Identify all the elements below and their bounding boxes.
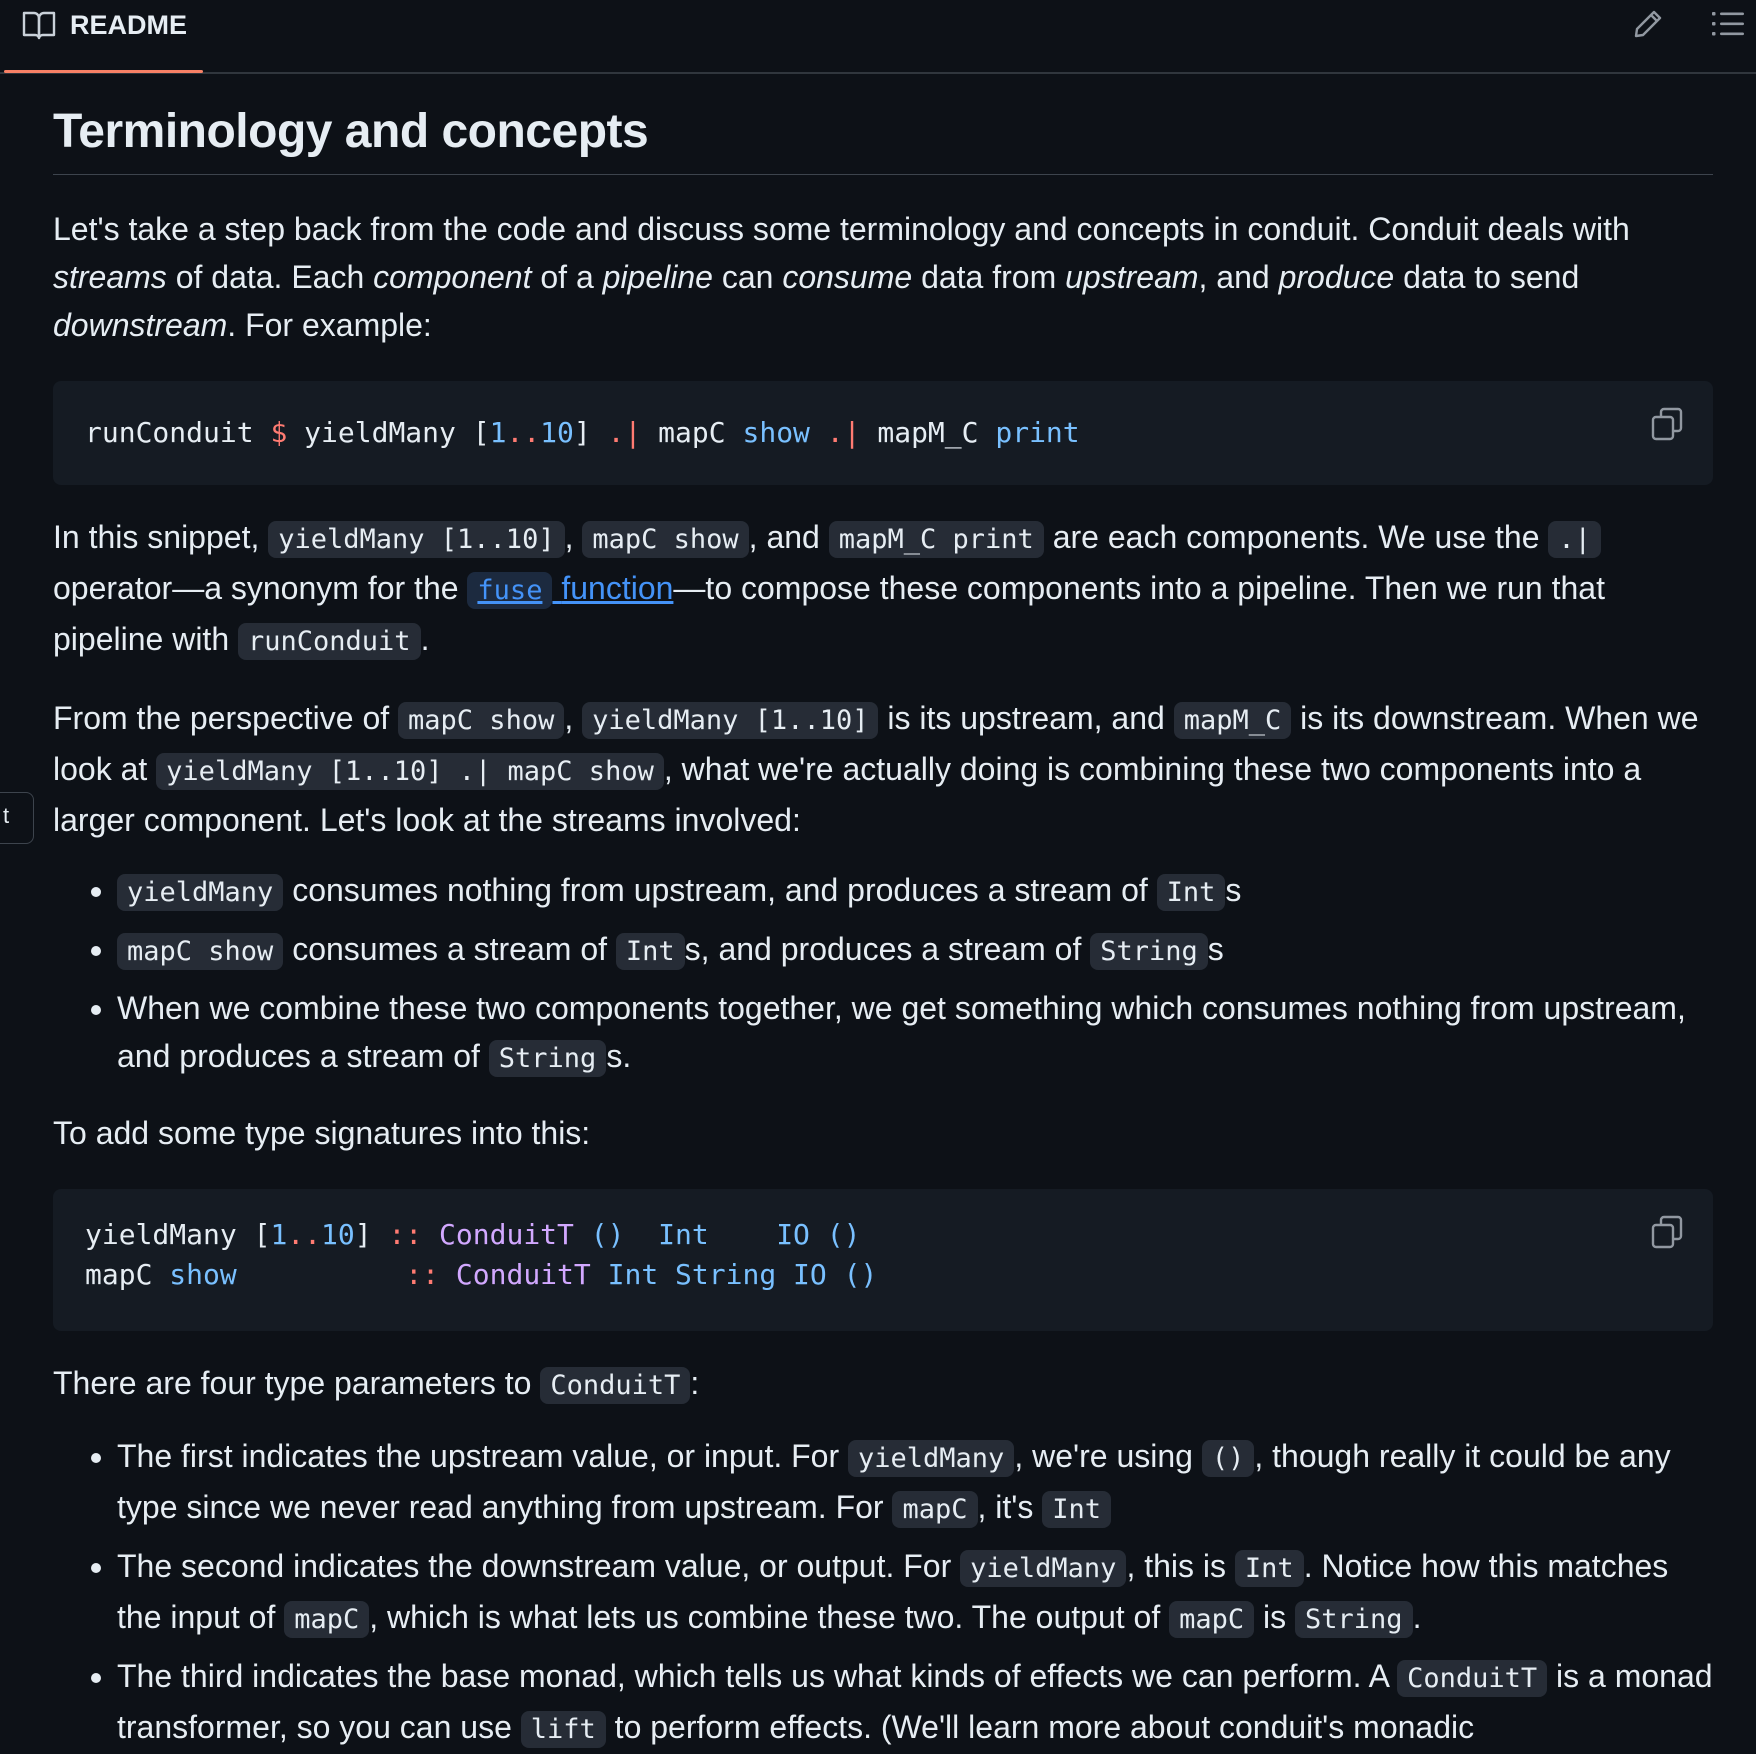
intro-paragraph: Let's take a step back from the code and…	[53, 211, 1630, 343]
code-line: mapC show :: ConduitT Int String IO ()	[85, 1258, 878, 1291]
list-item: The first indicates the upstream value, …	[117, 1432, 1713, 1534]
book-icon	[22, 11, 56, 40]
code-block-example: runConduit $ yieldMany [1..10] .| mapC s…	[53, 381, 1713, 485]
type-signatures-paragraph: To add some type signatures into this:	[53, 1115, 591, 1151]
list-item: The second indicates the downstream valu…	[117, 1542, 1713, 1644]
streams-list: yieldMany consumes nothing from upstream…	[53, 866, 1713, 1083]
toc-icon[interactable]	[1712, 10, 1744, 38]
copy-icon[interactable]	[1651, 407, 1683, 441]
section-heading: Terminology and concepts	[53, 84, 1713, 175]
list-item: When we combine these two components tog…	[117, 984, 1713, 1083]
snippet-paragraph: In this snippet, yieldMany [1..10], mapC…	[53, 513, 1713, 666]
tab-readme[interactable]: README	[4, 0, 203, 73]
side-panel-tab-label: t	[3, 803, 10, 828]
tab-active-indicator	[4, 70, 203, 73]
perspective-paragraph: From the perspective of mapC show, yield…	[53, 700, 1699, 838]
list-item: The third indicates the base monad, whic…	[117, 1652, 1713, 1754]
copy-icon[interactable]	[1651, 1215, 1683, 1249]
type-params-list: The first indicates the upstream value, …	[53, 1432, 1713, 1754]
type-params-paragraph: There are four type parameters to Condui…	[53, 1359, 1713, 1410]
list-item: mapC show consumes a stream of Ints, and…	[117, 925, 1713, 976]
code-block-signatures: yieldMany [1..10] :: ConduitT () Int IO …	[53, 1189, 1713, 1331]
list-item: yieldMany consumes nothing from upstream…	[117, 866, 1713, 917]
tab-readme-label: README	[70, 10, 188, 40]
fuse-function-link[interactable]: fuse function	[467, 570, 673, 609]
side-panel-tab[interactable]: t	[0, 792, 34, 844]
readme-header: README	[0, 0, 1756, 74]
readme-article: Terminology and concepts Let's take a st…	[53, 84, 1713, 1754]
code-line: yieldMany [1..10] :: ConduitT () Int IO …	[85, 1218, 861, 1251]
edit-icon[interactable]	[1632, 8, 1664, 40]
